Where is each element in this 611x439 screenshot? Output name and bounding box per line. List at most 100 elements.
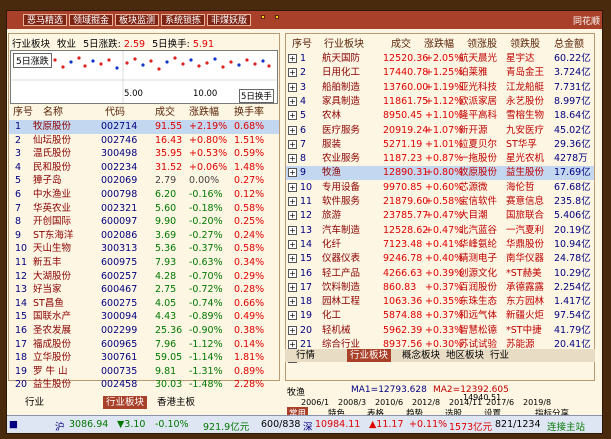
timeline-year[interactable]: 2012/8 [412,398,440,407]
tab-industry-sector[interactable]: 行业板块 [347,349,392,362]
column-header-change[interactable]: 涨跌幅 [424,38,454,52]
column-header-change[interactable]: 涨跌幅 [189,106,219,120]
expand-icon[interactable]: + [288,139,297,149]
expand-icon[interactable]: + [288,68,297,78]
table-row[interactable]: 14 ST昌鱼 600275 4.05 -0.74% 0.66% [9,297,279,311]
tab-concept-sector[interactable]: 概念板块 [399,349,443,362]
table-row[interactable]: 11 新五丰 600975 7.93 -0.63% 0.34% [9,256,279,270]
expand-icon[interactable]: + [288,225,297,235]
table-row[interactable]: +5 农林 8950.45 +1.10% 隆平高科 雪榕生物 18.64亿 [286,109,594,123]
table-row[interactable]: 6 中水渔业 000798 6.20 -0.16% 0.12% [9,188,279,202]
table-row[interactable]: +3 船舶制造 13760.00 +1.19% 亚光科技 江龙船艇 7.731亿 [286,81,594,95]
table-row[interactable]: +14 化纤 7123.48 +0.41% 华峰氨纶 华鼎股份 10.94亿 [286,238,594,252]
table-row[interactable]: 13 好当家 600467 2.75 -0.72% 0.28% [9,283,279,297]
timeline-year[interactable]: 2010/6 [375,398,403,407]
column-header-price[interactable]: 成交 [391,38,411,52]
table-row[interactable]: 5 獐子岛 002069 2.79 0.00% 0.27% [9,174,279,188]
expand-icon[interactable]: + [288,168,297,178]
expand-icon[interactable]: + [288,268,297,278]
expand-icon[interactable]: + [288,96,297,106]
column-header-code[interactable]: 代码 [105,106,125,120]
tab-industry-sector[interactable]: 行业板块 [103,396,148,409]
table-row[interactable]: 17 福成股份 600965 7.96 -1.12% 0.14% [9,338,279,352]
expand-icon[interactable]: + [288,282,297,292]
table-row[interactable]: +6 医疗服务 20919.24 +1.07% 新开源 九安医疗 45.02亿 [286,124,594,138]
column-header-laggard[interactable]: 领跌股 [510,38,540,52]
table-row[interactable]: +15 仪器仪表 9246.78 +0.40% 精测电子 南华仪器 24.78亿 [286,252,594,266]
table-row[interactable]: 20 益生股份 002458 30.03 -1.48% 2.28% [9,378,279,392]
expand-icon[interactable]: + [288,254,297,264]
toolbar-button-3[interactable]: 板块监测 [115,14,160,26]
table-row[interactable]: +1 航天国防 12520.36 +2.05% 航天晨光 星宇达 60.22亿 [286,52,594,66]
lagging-stock: 东方园林 [506,296,545,308]
table-row[interactable]: +12 旅游 23785.77 +0.47% 大目潮 国旅联合 5.406亿 [286,209,594,223]
expand-icon[interactable]: + [288,125,297,135]
expand-icon[interactable]: + [288,211,297,221]
table-row[interactable]: 3 温氏股份 300498 35.95 +0.53% 0.59% [9,147,279,161]
table-row[interactable]: 8 开创国际 600097 9.90 -0.20% 0.25% [9,215,279,229]
tab-quotes[interactable]: 行情 [293,349,318,362]
status-icon[interactable]: ■ [9,419,18,430]
tab-industry[interactable]: 行业 [487,349,512,362]
expand-icon[interactable]: + [288,197,297,206]
column-header-leader[interactable]: 领涨股 [467,38,497,52]
table-row[interactable]: +11 软件服务 21879.60 +0.58% 宝信软件 赛意信息 235.8亿 [286,195,594,209]
timeline-year[interactable]: 2017/6 [486,398,514,407]
table-row[interactable]: +13 汽车制造 12528.62 +0.47% 北汽蓝谷 一汽夏利 20.19亿 [286,224,594,238]
connection-status[interactable]: 连接主站 [547,419,585,433]
column-header-sector[interactable]: 行业板块 [324,38,364,52]
table-row[interactable]: 1 牧原股份 002714 91.55 +2.19% 0.68% [9,120,279,134]
expand-icon[interactable]: + [288,325,297,335]
table-row[interactable]: 15 国联水产 300094 4.43 -0.89% 0.49% [9,310,279,324]
tab-hk-main-board[interactable]: 香港主板 [154,396,198,409]
table-row[interactable]: +4 家具制造 11861.75 +1.12% 欧派家居 永艺股份 8.997亿 [286,95,594,109]
table-row[interactable]: +8 农业服务 1187.23 +0.87% 一拖股份 星光农机 4278万 [286,152,594,166]
table-row[interactable]: +17 饮料制造 860.83 +0.37% 百润股份 承德露露 2.254亿 [286,281,594,295]
table-row[interactable]: 7 华英农业 002321 5.60 -0.18% 0.58% [9,202,279,216]
column-header-index[interactable]: 序号 [292,38,312,52]
column-header-index[interactable]: 序号 [13,106,33,120]
table-row[interactable]: +10 专用设备 9970.85 +0.60% 芯源微 海伦哲 67.68亿 [286,181,594,195]
table-row[interactable]: +18 园林工程 1063.36 +0.35% 东珠生态 东方园林 1.417亿 [286,295,594,309]
table-row[interactable]: 4 民和股份 002234 31.52 +0.06% 1.48% [9,161,279,175]
table-row[interactable]: 9 ST东海洋 002086 3.69 -0.27% 0.24% [9,229,279,243]
expand-icon[interactable]: + [288,239,297,249]
expand-icon[interactable]: + [288,311,297,321]
toolbar-button-2[interactable]: 领域掘金 [69,14,114,26]
toolbar-button-4[interactable]: 系统锁拣 [161,14,206,26]
table-row[interactable]: 12 大湖股份 600257 4.28 -0.70% 0.29% [9,270,279,284]
toolbar-button-5[interactable]: 非煤妖版 [207,14,252,26]
expand-icon[interactable]: + [288,297,297,307]
tab-region-sector[interactable]: 地区板块 [443,349,487,362]
timeline-year[interactable]: 2006/1 [301,398,329,407]
column-header-amount[interactable]: 总金额 [554,38,584,52]
table-row[interactable]: +7 服装 5271.19 +1.01% 拉夏贝尔 ST华孚 29.36亿 [286,138,594,152]
expand-icon[interactable]: + [288,154,297,164]
table-row[interactable]: +9 牧渔 12890.31 +0.80% 牧原股份 益生股份 17.69亿 [286,166,594,181]
column-header-name[interactable]: 名称 [43,106,63,120]
expand-icon[interactable]: + [288,82,297,92]
column-header-turnover[interactable]: 换手率 [234,106,264,120]
expand-icon[interactable]: + [288,111,297,121]
timeline-year[interactable]: 2014/11 [449,398,482,407]
table-row[interactable]: +20 轻机械 5962.39 +0.33% 智慧松德 *ST中捷 41.79亿 [286,324,594,338]
expand-icon[interactable]: + [288,182,297,192]
expand-icon[interactable]: + [288,340,297,349]
timeline-year[interactable]: 2008/3 [338,398,366,407]
table-row[interactable]: 2 仙坛股份 002746 16.43 +0.80% 1.51% [9,134,279,148]
tab-market[interactable]: 行业 [22,396,47,409]
stock-turnover: 0.34% [234,257,265,268]
scatter-chart[interactable]: 5日涨跌 5.00 10.00 5日换手 [10,50,278,104]
row-index: 18 [300,296,313,308]
table-row[interactable]: 16 圣农发展 002299 25.36 -0.90% 0.38% [9,324,279,338]
expand-icon[interactable]: + [288,54,297,63]
toolbar-button-1[interactable]: 恶马精选 [23,14,68,26]
table-row[interactable]: 18 立华股份 300761 59.05 -1.14% 1.81% [9,351,279,365]
table-row[interactable]: +2 日用化工 17440.78 +1.25% 珀莱雅 青岛金王 3.724亿 [286,66,594,80]
table-row[interactable]: 19 罗 牛 山 000735 9.81 -1.31% 0.89% [9,365,279,379]
table-row[interactable]: +16 轻工产品 4266.63 +0.39% 创源文化 *ST赫美 10.29亿 [286,267,594,281]
table-row[interactable]: 10 天山生物 300313 5.36 -0.37% 0.58% [9,242,279,256]
table-row[interactable]: +19 化工 5874.88 +0.37% 和远气体 新疆火炬 97.54亿 [286,309,594,323]
column-header-price[interactable]: 成交 [155,106,175,120]
timeline-year[interactable]: 2019/8 [523,398,551,407]
